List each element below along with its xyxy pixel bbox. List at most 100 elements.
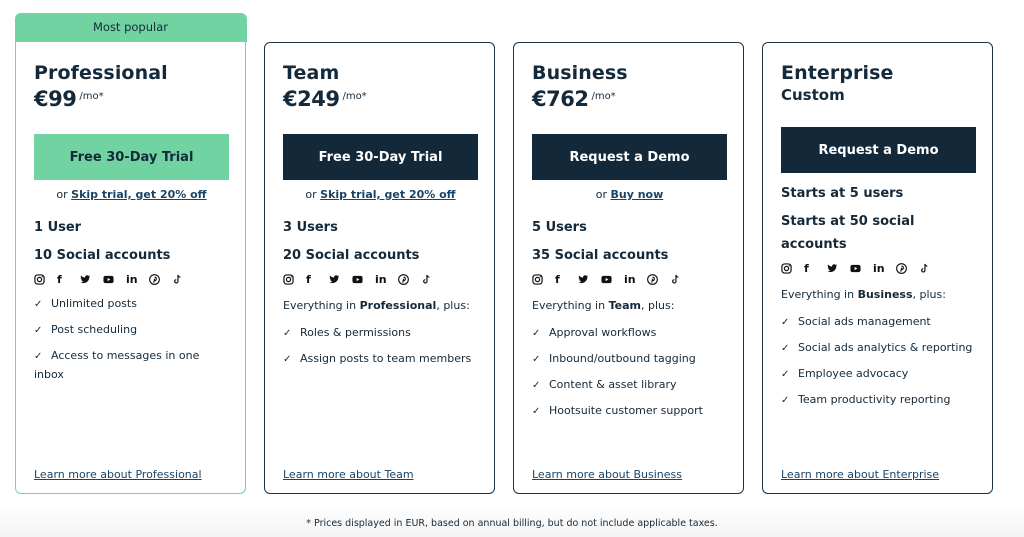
tiktok-icon [670, 272, 693, 286]
user-count: 3 Users [283, 220, 338, 235]
linkedin-icon: in [126, 272, 138, 286]
alt-option: or Buy now [532, 188, 727, 201]
feature-item: ✓ Access to messages in one inbox [34, 349, 200, 381]
youtube-icon [850, 261, 873, 275]
alt-option: or Skip trial, get 20% off [34, 188, 229, 201]
price-period: /mo* [591, 91, 616, 102]
check-icon: ✓ [781, 317, 790, 328]
tiktok-icon [172, 272, 195, 286]
learn-more-link[interactable]: Learn more about Enterprise [781, 468, 939, 481]
check-icon: ✓ [34, 299, 43, 310]
feature-item: ✓ Employee advocacy [781, 365, 974, 384]
social-account-count: 10 Social accounts [34, 248, 171, 263]
alt-prefix: or [305, 188, 321, 201]
twitter-icon [827, 261, 850, 275]
tiktok-icon [919, 261, 942, 275]
plan-price: €99 [34, 87, 77, 111]
check-icon: ✓ [34, 351, 43, 362]
plan-name: Team [283, 62, 340, 84]
pinterest-icon [647, 272, 670, 286]
feature-list: ✓ Social ads management ✓ Social ads analy… [781, 313, 974, 410]
pricing-footnote: * Prices displayed in EUR, based on annu… [306, 518, 718, 529]
pinterest-icon [149, 272, 172, 286]
user-count: Starts at 5 users [781, 186, 904, 201]
plan-price-custom: Custom [781, 86, 845, 104]
alt-prefix: or [595, 188, 611, 201]
check-icon: ✓ [532, 354, 541, 365]
check-icon: ✓ [781, 395, 790, 406]
check-icon: ✓ [34, 325, 43, 336]
social-account-count: 20 Social accounts [283, 248, 420, 263]
plan-price: €249 [283, 87, 340, 111]
twitter-icon [329, 272, 352, 286]
feature-item: ✓ Inbound/outbound tagging [532, 350, 725, 369]
instagram-icon [283, 272, 306, 286]
check-icon: ✓ [532, 328, 541, 339]
previous-plan-name: Team [608, 299, 641, 312]
check-icon: ✓ [283, 328, 292, 339]
price-period: /mo* [79, 91, 104, 102]
instagram-icon [34, 272, 57, 286]
plan-card-enterprise: Enterprise Custom Request a Demo Starts … [762, 42, 993, 494]
request-demo-button[interactable]: Request a Demo [532, 134, 727, 180]
social-icons-row: f in [34, 271, 227, 287]
user-count: 5 Users [532, 220, 587, 235]
feature-item: ✓ Social ads analytics & reporting [781, 339, 974, 358]
facebook-icon: f [804, 261, 809, 275]
facebook-icon: f [57, 272, 62, 286]
check-icon: ✓ [283, 354, 292, 365]
check-icon: ✓ [781, 369, 790, 380]
alt-option: or Skip trial, get 20% off [283, 188, 478, 201]
buy-now-link[interactable]: Buy now [610, 188, 663, 201]
free-trial-button[interactable]: Free 30-Day Trial [283, 134, 478, 180]
learn-more-link[interactable]: Learn more about Professional [34, 468, 202, 481]
feature-item: ✓ Team productivity reporting [781, 391, 974, 410]
plan-name: Business [532, 62, 628, 84]
feature-list: ✓ Approval workflows ✓ Inbound/outbound ta… [532, 324, 725, 421]
plan-name: Professional [34, 62, 168, 84]
social-account-count: 35 Social accounts [532, 248, 669, 263]
feature-list: ✓ Roles & permissions ✓ Assign posts to te… [283, 324, 476, 369]
learn-more-link[interactable]: Learn more about Business [532, 468, 682, 481]
everything-in-text: Everything in Business, plus: [781, 288, 946, 301]
feature-item: ✓ Content & asset library [532, 376, 725, 395]
linkedin-icon: in [873, 261, 885, 275]
pinterest-icon [398, 272, 421, 286]
plan-price: €762 [532, 87, 589, 111]
feature-item: ✓ Roles & permissions [283, 324, 476, 343]
feature-item: ✓ Assign posts to team members [283, 350, 476, 369]
social-account-count: Starts at 50 social accounts [781, 214, 915, 252]
linkedin-icon: in [624, 272, 636, 286]
social-icons-row: f in [283, 271, 476, 287]
feature-item: ✓ Hootsuite customer support [532, 402, 725, 421]
skip-trial-link[interactable]: Skip trial, get 20% off [320, 188, 455, 201]
request-demo-button[interactable]: Request a Demo [781, 127, 976, 173]
feature-item: ✓ Social ads management [781, 313, 974, 332]
feature-item: ✓ Post scheduling [34, 321, 227, 340]
youtube-icon [103, 272, 126, 286]
linkedin-icon: in [375, 272, 387, 286]
facebook-icon: f [555, 272, 560, 286]
feature-item: ✓ Unlimited posts [34, 295, 227, 314]
pinterest-icon [896, 261, 919, 275]
twitter-icon [578, 272, 601, 286]
skip-trial-link[interactable]: Skip trial, get 20% off [71, 188, 206, 201]
previous-plan-name: Professional [359, 299, 437, 312]
check-icon: ✓ [532, 406, 541, 417]
price-period: /mo* [342, 91, 367, 102]
plan-name: Enterprise [781, 62, 894, 84]
plan-card-business: Business €762 /mo* Request a Demo or Buy… [513, 42, 744, 494]
everything-in-text: Everything in Professional, plus: [283, 299, 470, 312]
user-count: 1 User [34, 220, 82, 235]
alt-prefix: or [56, 188, 72, 201]
previous-plan-name: Business [857, 288, 913, 301]
feature-list: ✓ Unlimited posts ✓ Post scheduling ✓ Acces… [34, 295, 227, 384]
check-icon: ✓ [781, 343, 790, 354]
facebook-icon: f [306, 272, 311, 286]
learn-more-link[interactable]: Learn more about Team [283, 468, 414, 481]
twitter-icon [80, 272, 103, 286]
free-trial-button[interactable]: Free 30-Day Trial [34, 134, 229, 180]
check-icon: ✓ [532, 380, 541, 391]
youtube-icon [601, 272, 624, 286]
plan-card-team: Team €249 /mo* Free 30-Day Trial or Skip… [264, 42, 495, 494]
